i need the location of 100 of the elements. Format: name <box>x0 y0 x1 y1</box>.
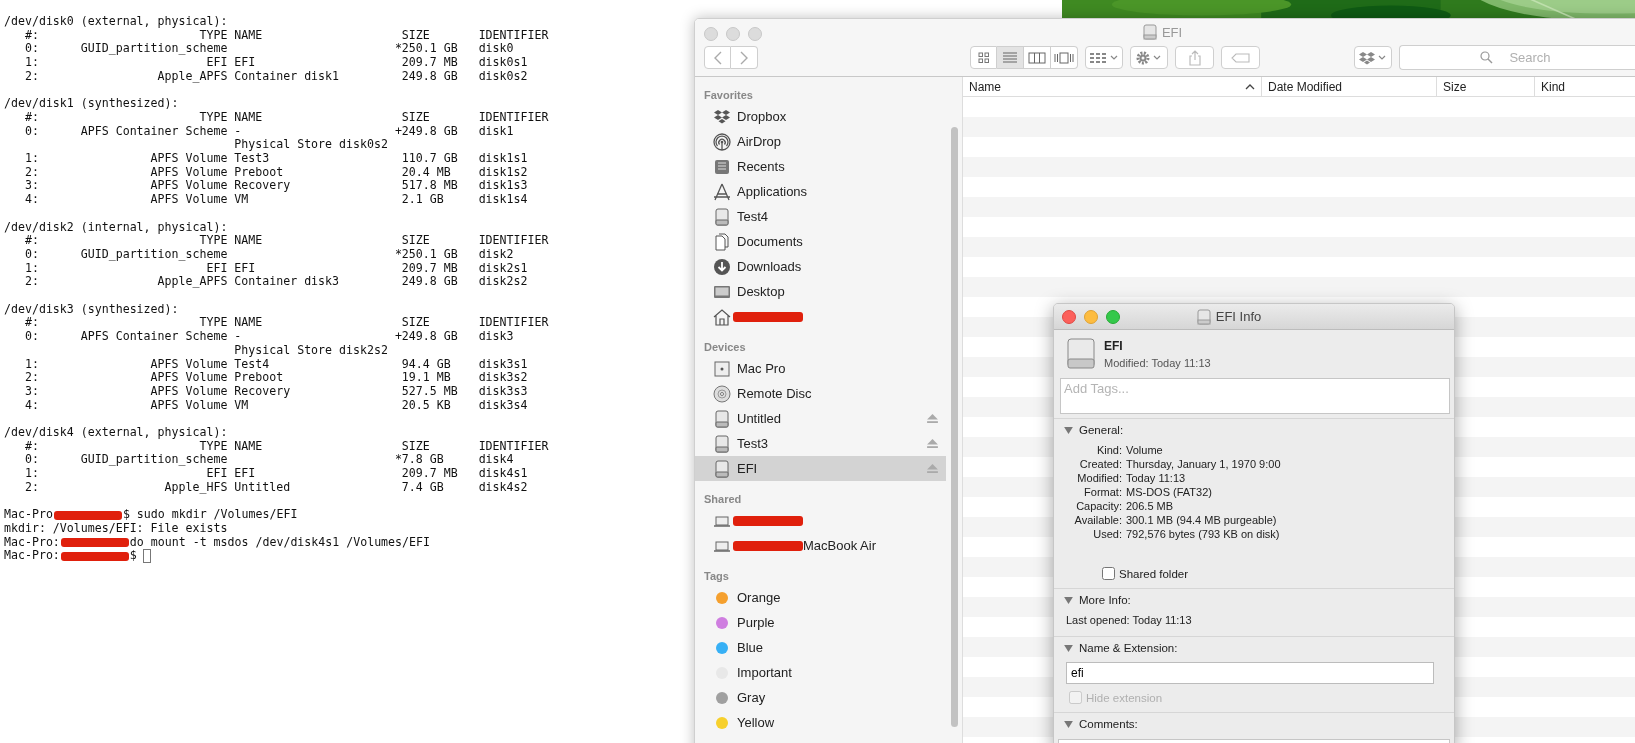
drive-icon <box>713 459 731 478</box>
signal-rings-icon <box>713 132 731 151</box>
close-button[interactable] <box>704 27 718 41</box>
sidebar-label: Untitled <box>737 411 782 426</box>
section-header[interactable]: General: <box>1054 424 1454 436</box>
sidebar-item[interactable]: Applications <box>695 179 946 204</box>
prompt-text: Mac-Pro: <box>4 535 60 550</box>
sidebar-label: Mac Pro <box>737 361 786 376</box>
sidebar-item[interactable]: Test3 <box>695 431 946 456</box>
back-button[interactable] <box>704 46 731 69</box>
minimize-button[interactable] <box>726 27 740 41</box>
sidebar-item[interactable]: MacBook Air <box>695 533 946 558</box>
eject-icon[interactable] <box>927 439 938 448</box>
sidebar-label: Blue <box>737 640 764 655</box>
tag-icon <box>1230 52 1251 63</box>
field-value: 206.5 MB <box>1126 500 1175 513</box>
view-mode-button[interactable] <box>1051 46 1078 69</box>
arrange-button[interactable] <box>1085 46 1123 69</box>
field-label: Modified: <box>1076 472 1122 485</box>
sidebar-item[interactable]: EFI <box>695 456 946 481</box>
minimize-button[interactable] <box>1084 310 1098 324</box>
sidebar-item[interactable]: Recents <box>695 154 946 179</box>
field-label: Format: <box>1083 486 1122 499</box>
action-button[interactable] <box>1130 46 1168 69</box>
tag-button[interactable] <box>1221 46 1260 69</box>
chevron-left-icon <box>712 50 723 65</box>
drive-icon <box>1066 338 1096 370</box>
view-mode-button[interactable] <box>1024 46 1051 69</box>
zoom-button[interactable] <box>1106 310 1120 324</box>
terminal-line: 0: GUID_partition_scheme *250.1 GB disk0 <box>23 42 514 57</box>
eject-icon[interactable] <box>927 464 938 473</box>
forward-button[interactable] <box>731 46 758 69</box>
terminal-line: #: TYPE NAME SIZE IDENTIFIER <box>23 28 549 43</box>
boxes-menu-button[interactable] <box>1354 46 1392 69</box>
column-header[interactable]: Name <box>963 77 1262 96</box>
sidebar-label: Downloads <box>737 259 802 274</box>
section-header[interactable]: More Info: <box>1054 594 1454 606</box>
search-icon <box>1479 51 1493 64</box>
command-text: $ <box>129 549 137 563</box>
sidebar-item[interactable]: Orange <box>695 585 946 610</box>
boxes-icon <box>713 107 731 126</box>
sidebar-item[interactable]: Test4 <box>695 204 946 229</box>
sidebar-item[interactable]: AirDrop <box>695 129 946 154</box>
sidebar-item[interactable]: Purple <box>695 610 946 635</box>
column-header[interactable]: Size <box>1437 77 1535 96</box>
sidebar-item[interactable]: Mac Pro <box>695 356 946 381</box>
checkbox-label: Hide extension <box>1086 691 1163 704</box>
terminal-line: 1: EFI EFI 209.7 MB disk4s1 <box>23 467 528 481</box>
sidebar-label: Test4 <box>737 209 769 224</box>
scrollbar[interactable] <box>951 127 958 727</box>
terminal-line: 3: APFS Volume Recovery 517.8 MB disk1s3 <box>23 179 528 194</box>
eject-icon[interactable] <box>927 414 938 423</box>
checkbox[interactable] <box>1102 567 1115 580</box>
terminal-line: 2: Apple_APFS Container disk1 249.8 GB disk0s2 <box>23 69 528 84</box>
applications-icon <box>713 182 731 201</box>
section-header[interactable]: Comments: <box>1054 718 1454 730</box>
terminal-line: 4: APFS Volume VM 2.1 GB disk1s4 <box>23 193 528 207</box>
column-header[interactable]: Date Modified <box>1262 77 1437 96</box>
sidebar-item[interactable]: Desktop <box>695 279 946 304</box>
terminal-line: Physical Store disk2s2 <box>233 343 388 358</box>
field-value: 792,576 bytes (793 KB on disk) <box>1126 528 1281 541</box>
zoom-button[interactable] <box>748 27 762 41</box>
computer-icon <box>713 359 731 378</box>
sidebar-label: Yellow <box>737 715 775 730</box>
name-field[interactable]: efi <box>1066 662 1434 684</box>
sidebar-item[interactable]: Gray <box>695 685 946 710</box>
terminal-line: 2: Apple_HFS Untitled 7.4 GB disk4s2 <box>23 480 528 495</box>
sidebar-item[interactable]: Yellow <box>695 710 946 735</box>
column-header[interactable]: Kind <box>1535 77 1635 96</box>
sidebar-item[interactable]: Blue <box>695 635 946 660</box>
sidebar-item[interactable]: Important <box>695 660 946 685</box>
terminal-line: /dev/disk4 (external, physical): <box>4 426 228 440</box>
view-mode-button[interactable] <box>970 46 997 69</box>
modified-text: Modified: Today 11:13 <box>1104 357 1211 369</box>
search-field[interactable]: Search <box>1399 45 1635 70</box>
terminal-line: 2: APFS Volume Preboot 20.4 MB disk1s2 <box>23 165 528 180</box>
field-label: Used: <box>1092 528 1122 541</box>
close-button[interactable] <box>1062 310 1076 324</box>
tags-field[interactable]: Add Tags... <box>1060 378 1450 414</box>
sidebar-item[interactable]: Untitled <box>695 406 946 431</box>
sidebar-label: Orange <box>737 590 781 605</box>
share-button[interactable] <box>1175 46 1214 69</box>
sidebar-item[interactable]: Documents <box>695 229 946 254</box>
drive-icon <box>713 409 731 428</box>
terminal-line: 1: APFS Volume Test3 110.7 GB disk1s1 <box>23 152 528 166</box>
sidebar-item[interactable]: Remote Disc <box>695 381 946 406</box>
terminal-line: 3: APFS Volume Recovery 527.5 MB disk3s3 <box>23 384 528 399</box>
drive-icon <box>713 434 731 453</box>
terminal-line: 2: Apple_APFS Container disk3 249.8 GB disk2s2 <box>23 275 528 290</box>
terminal-line: #: TYPE NAME SIZE IDENTIFIER <box>23 234 549 248</box>
sidebar-label: Dropbox <box>737 109 787 124</box>
window-title: EFI Info <box>1215 309 1262 324</box>
prompt-text: Mac-Pro: <box>4 549 60 563</box>
sidebar-label: Purple <box>737 615 775 630</box>
sidebar-item[interactable]: Dropbox <box>695 104 946 129</box>
section-header[interactable]: Name & Extension: <box>1054 642 1454 654</box>
drive-icon <box>1142 24 1157 40</box>
sidebar-label: Recents <box>737 159 785 174</box>
sidebar-item[interactable]: Downloads <box>695 254 946 279</box>
terminal-line: #: TYPE NAME SIZE IDENTIFIER <box>23 316 549 331</box>
